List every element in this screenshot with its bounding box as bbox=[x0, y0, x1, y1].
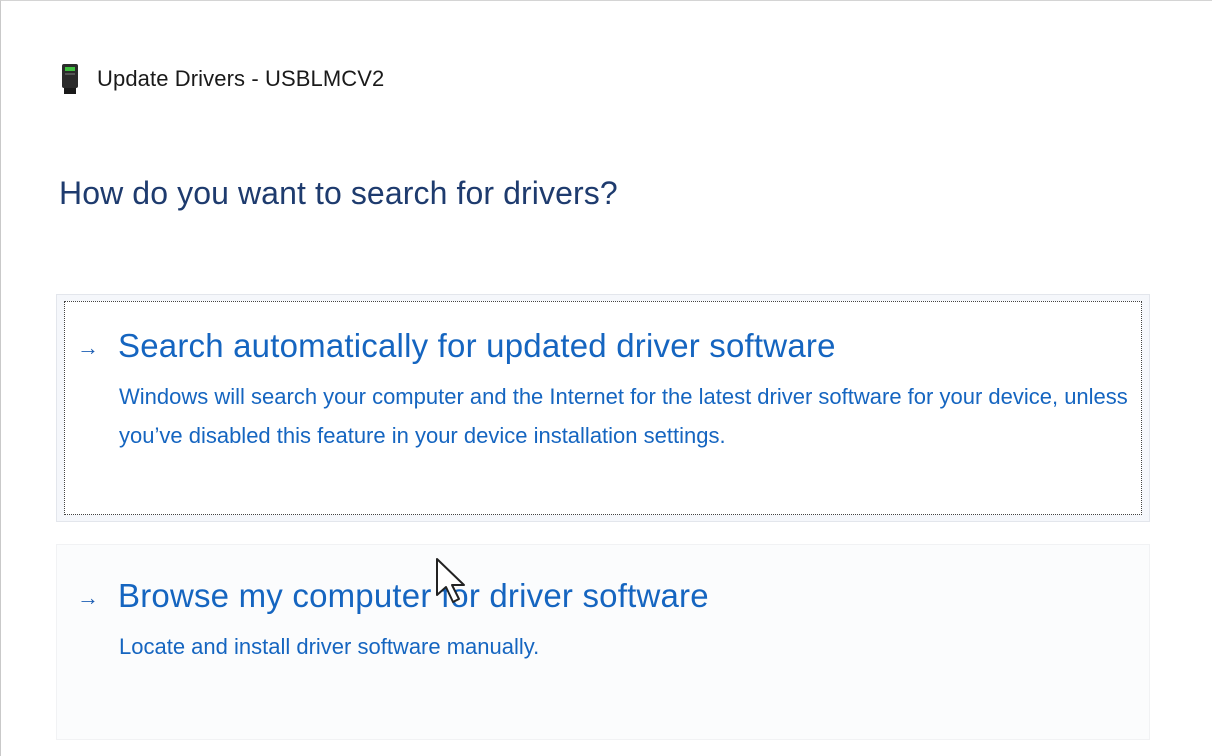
arrow-right-icon: → bbox=[77, 335, 99, 360]
mouse-pointer-icon bbox=[436, 558, 465, 603]
usb-device-icon bbox=[62, 64, 78, 94]
search-automatically-title[interactable]: Search automatically for updated driver … bbox=[118, 327, 836, 365]
title-bar: Update Drivers - USBLMCV2 bbox=[59, 61, 384, 97]
browse-computer-option[interactable]: → Browse my computer for driver software… bbox=[56, 544, 1150, 740]
search-automatically-option[interactable]: → Search automatically for updated drive… bbox=[56, 294, 1150, 522]
browse-computer-description: Locate and install driver software manua… bbox=[119, 634, 540, 659]
page-heading: How do you want to search for drivers? bbox=[59, 175, 618, 211]
arrow-right-icon: → bbox=[77, 585, 99, 610]
browse-computer-title[interactable]: Browse my computer for driver software bbox=[118, 577, 709, 615]
update-drivers-window: Update Drivers - USBLMCV2 How do you wan… bbox=[0, 0, 1212, 756]
search-automatically-description: Windows will search your computer and th… bbox=[119, 384, 1128, 448]
window-title: Update Drivers - USBLMCV2 bbox=[97, 66, 385, 91]
